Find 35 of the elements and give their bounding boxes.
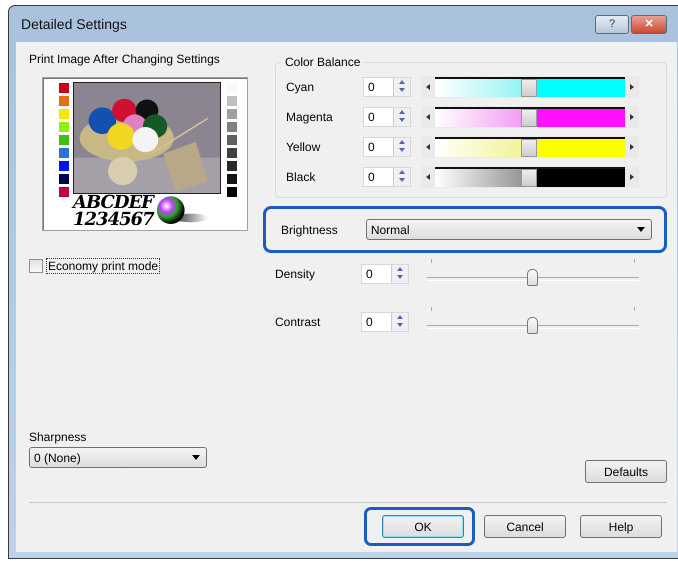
value-spinner[interactable]: 0 (363, 167, 411, 187)
value-spinner[interactable]: 0 (363, 107, 411, 127)
color-label: Cyan (286, 80, 316, 94)
brightness-dropdown[interactable]: Normal (366, 219, 652, 240)
color-slider[interactable] (435, 137, 625, 157)
color-label: Black (286, 170, 316, 184)
dialog-button[interactable]: Cancel (484, 515, 566, 538)
sharpness-dropdown[interactable]: 0 (None) (29, 447, 207, 468)
economy-label[interactable]: Economy print mode (46, 258, 160, 274)
value-spinner[interactable]: 0 (363, 137, 411, 157)
dialog-button[interactable]: OK (382, 515, 464, 538)
dialog-button[interactable]: Help (580, 515, 662, 538)
group-title: Color Balance (282, 55, 364, 69)
slider-label: Density (275, 267, 316, 281)
color-label: Magenta (286, 110, 334, 124)
preview-label: Print Image After Changing Settings (29, 52, 221, 68)
sample-text: 1234567 (73, 211, 154, 228)
slider[interactable] (427, 307, 639, 337)
value-spinner[interactable]: 0 (363, 77, 411, 97)
economy-checkbox[interactable] (29, 259, 43, 273)
sharpness-label: Sharpness (29, 430, 88, 446)
color-slider[interactable] (435, 77, 625, 97)
value-spinner[interactable]: 0 (361, 264, 409, 284)
value-spinner[interactable]: 0 (361, 312, 409, 332)
window-title: Detailed Settings (21, 16, 127, 32)
color-slider[interactable] (435, 107, 625, 127)
color-sphere-drawing (156, 195, 208, 227)
sample-text: ABCDEF (73, 194, 154, 211)
slider[interactable] (427, 259, 639, 289)
color-slider[interactable] (435, 167, 625, 187)
brightness-label: Brightness (281, 222, 339, 236)
defaults-button[interactable]: Defaults (585, 460, 667, 483)
slider-label: Contrast (275, 315, 322, 329)
color-label: Yellow (286, 140, 322, 154)
help-button[interactable]: ? (595, 14, 629, 34)
